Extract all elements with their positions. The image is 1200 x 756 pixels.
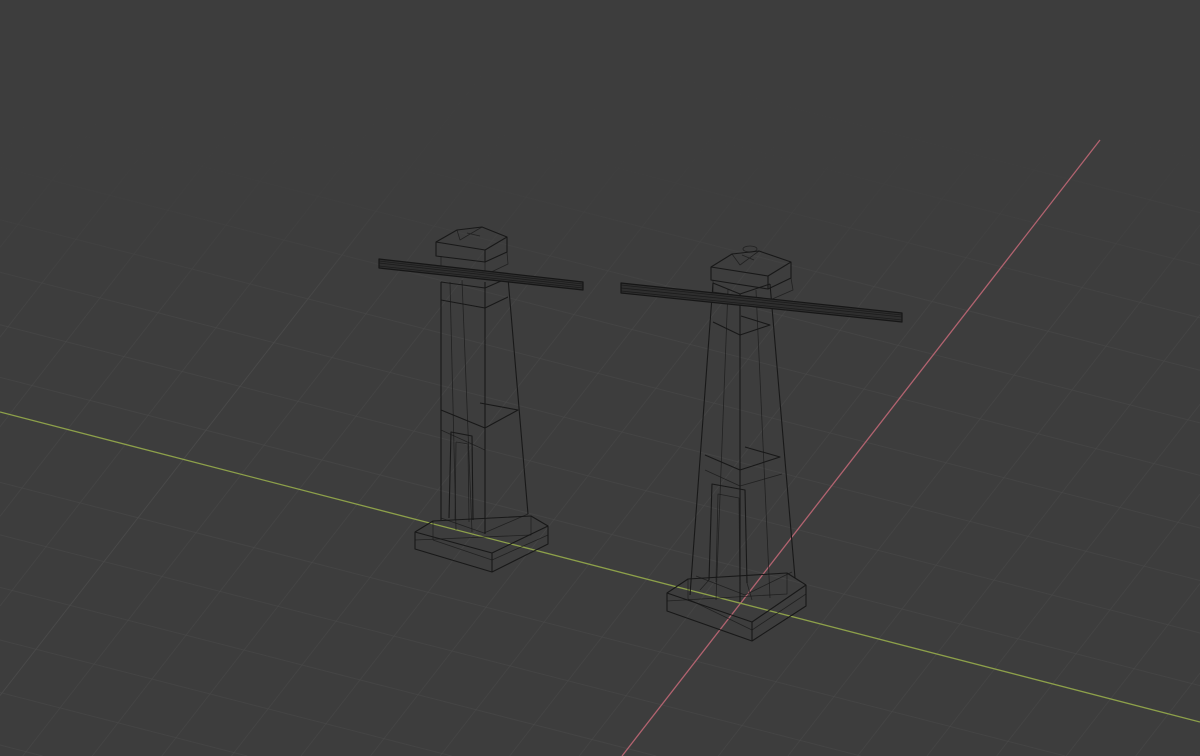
floor-grid	[0, 0, 1200, 756]
horizon-haze	[0, 0, 1200, 756]
viewport-canvas[interactable]	[0, 0, 1200, 756]
3d-viewport[interactable]	[0, 0, 1200, 756]
